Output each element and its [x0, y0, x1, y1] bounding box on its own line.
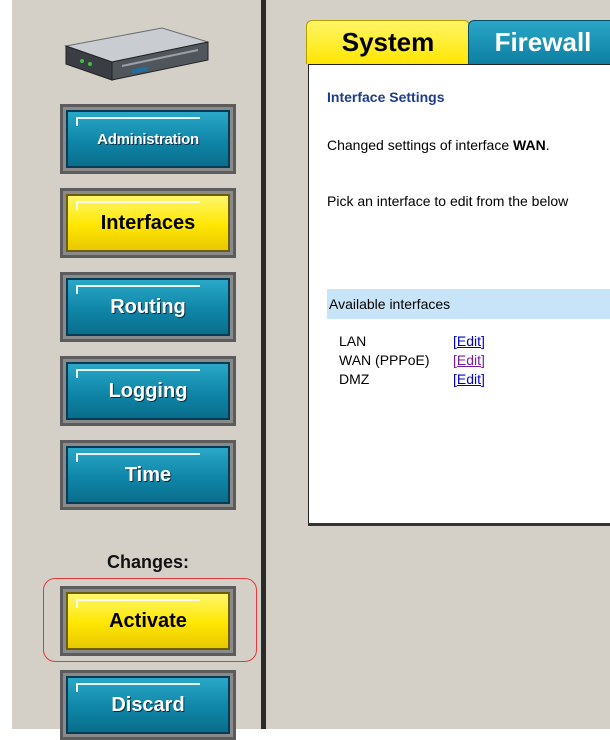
nav-button-logging[interactable]: Logging — [60, 356, 236, 426]
tab-firewall-label: Firewall — [494, 27, 592, 57]
available-interfaces-header: Available interfaces — [327, 289, 610, 319]
available-interfaces-label: Available interfaces — [329, 296, 451, 312]
activate-button[interactable]: Activate — [60, 586, 236, 656]
status-message-prefix: Changed settings of interface — [327, 137, 514, 153]
interface-row-lan: LAN [Edit] — [339, 333, 485, 351]
edit-link-text: Edit — [456, 371, 482, 387]
nav-button-interfaces[interactable]: Interfaces — [60, 188, 236, 258]
discard-button[interactable]: Discard — [60, 670, 236, 740]
nav-button-routing[interactable]: Routing — [60, 272, 236, 342]
interface-name: DMZ — [339, 371, 370, 387]
interface-row-dmz: DMZ [Edit] — [339, 371, 485, 389]
edit-link-text: Edit — [456, 333, 482, 349]
nav-label-administration: Administration — [66, 110, 230, 168]
edit-link-dmz[interactable]: [Edit] — [453, 371, 485, 389]
discard-label: Discard — [66, 676, 230, 734]
edit-link-wan[interactable]: [Edit] — [453, 352, 485, 370]
status-message: Changed settings of interface WAN. — [327, 137, 550, 153]
content-panel: Interface Settings Changed settings of i… — [308, 64, 610, 523]
nav-button-time[interactable]: Time — [60, 440, 236, 510]
activate-label: Activate — [66, 592, 230, 650]
nav-button-administration[interactable]: Administration — [60, 104, 236, 174]
tab-firewall[interactable]: Firewall — [468, 20, 610, 64]
interface-name: WAN (PPPoE) — [339, 352, 430, 368]
edit-link-lan[interactable]: [Edit] — [453, 333, 485, 351]
device-logo-image — [64, 27, 209, 81]
frame-divider[interactable] — [258, 0, 276, 729]
interface-row-wan: WAN (PPPoE) [Edit] — [339, 352, 485, 370]
nav-label-routing: Routing — [66, 278, 230, 336]
nav-label-time: Time — [66, 446, 230, 504]
nav-label-interfaces: Interfaces — [66, 194, 230, 252]
edit-link-text: Edit — [456, 352, 482, 368]
pick-instruction: Pick an interface to edit from the below — [327, 193, 569, 209]
status-message-suffix: . — [545, 137, 550, 153]
nav-label-logging: Logging — [66, 362, 230, 420]
changes-label: Changes: — [106, 552, 189, 572]
tab-system-label: System — [341, 27, 435, 57]
interface-name: LAN — [339, 333, 367, 349]
status-message-interface: WAN — [513, 137, 546, 153]
tab-system[interactable]: System — [306, 20, 470, 64]
section-title: Interface Settings — [327, 89, 445, 105]
